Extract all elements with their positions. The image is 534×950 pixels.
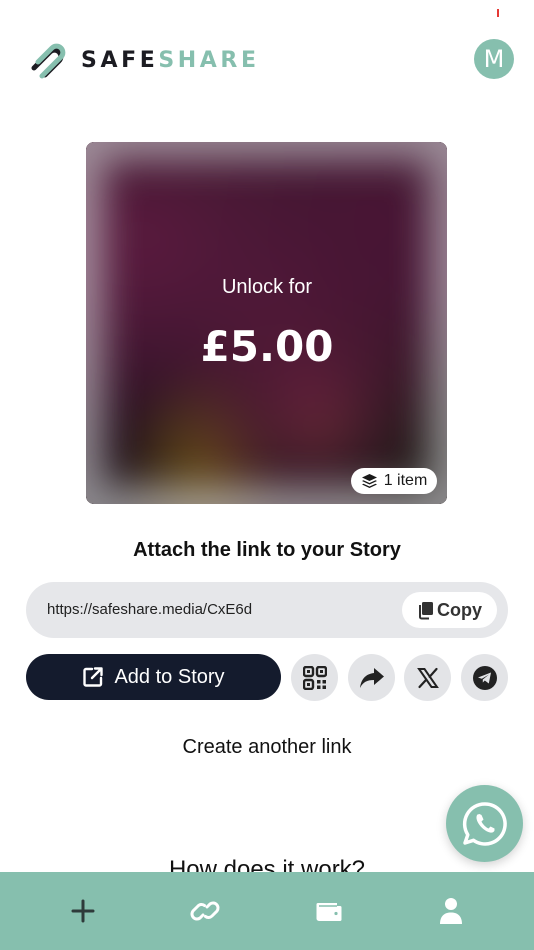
share-arrow-icon	[359, 667, 384, 688]
add-to-story-label: Add to Story	[114, 665, 225, 688]
unlock-price: £5.00	[200, 322, 334, 371]
plus-icon	[71, 899, 95, 923]
telegram-icon	[472, 665, 497, 690]
copy-icon	[419, 601, 433, 619]
qr-code-button[interactable]	[291, 654, 338, 701]
nav-create[interactable]	[33, 872, 133, 950]
share-link-url[interactable]: https://safeshare.media/CxE6d	[47, 601, 252, 618]
copy-label: Copy	[437, 599, 482, 620]
external-link-icon	[83, 667, 104, 687]
share-link-field: https://safeshare.media/CxE6d Copy	[26, 582, 508, 638]
whatsapp-icon	[462, 801, 507, 846]
share-button[interactable]	[348, 654, 395, 701]
logo-text: SAFESHARE	[81, 47, 260, 73]
layers-icon	[361, 474, 377, 488]
paperclip-icon	[31, 43, 66, 79]
item-count-text: 1 item	[383, 472, 428, 489]
nav-links[interactable]	[155, 872, 255, 950]
unlock-label: Unlock for	[221, 276, 313, 298]
nav-profile[interactable]	[401, 872, 501, 950]
telegram-share-button[interactable]	[461, 654, 508, 701]
link-icon	[190, 901, 220, 921]
copy-button[interactable]: Copy	[402, 592, 497, 628]
header: SAFESHARE M	[0, 0, 534, 110]
whatsapp-button[interactable]	[446, 785, 523, 862]
logo[interactable]: SAFESHARE	[28, 40, 260, 80]
attach-title: Attach the link to your Story	[133, 539, 401, 561]
add-to-story-button[interactable]: Add to Story	[26, 654, 281, 700]
user-icon	[440, 898, 462, 924]
x-icon	[416, 667, 439, 688]
wallet-icon	[316, 903, 342, 921]
qr-code-icon	[302, 665, 327, 690]
create-another-link[interactable]: Create another link	[0, 736, 534, 759]
x-share-button[interactable]	[404, 654, 451, 701]
nav-wallet[interactable]	[279, 872, 379, 950]
item-count-badge: 1 item	[351, 468, 437, 494]
avatar[interactable]: M	[474, 39, 514, 79]
bottom-nav	[0, 872, 534, 950]
